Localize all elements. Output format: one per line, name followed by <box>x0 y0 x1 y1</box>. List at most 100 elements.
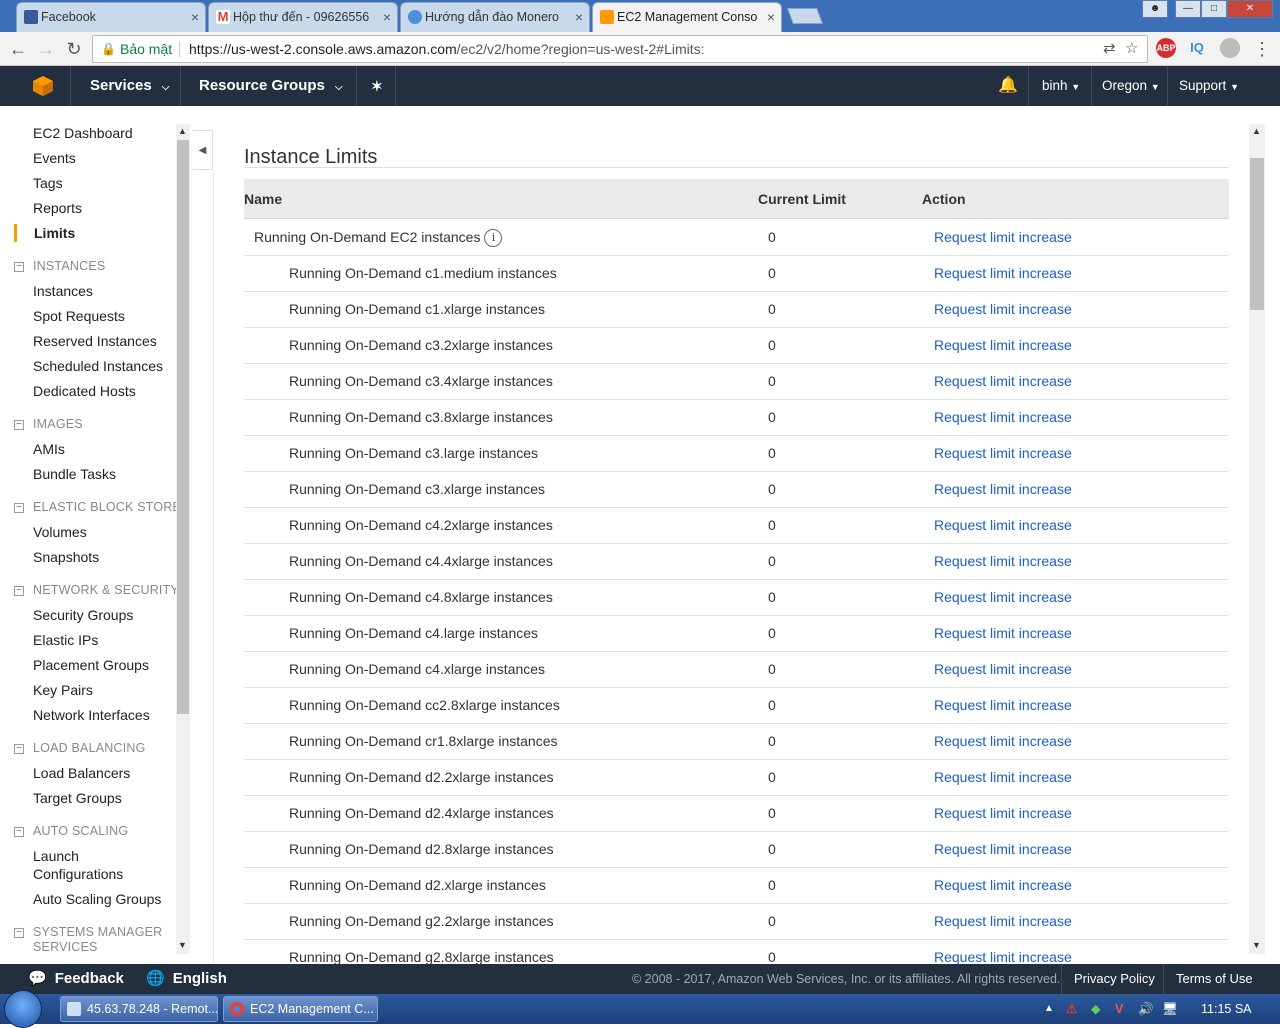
bookmark-star-icon[interactable]: ☆ <box>1125 36 1138 62</box>
request-limit-increase-link[interactable]: Request limit increase <box>934 445 1072 461</box>
privacy-policy-link[interactable]: Privacy Policy <box>1074 964 1155 994</box>
pin-icon[interactable]: ✶ <box>371 66 383 106</box>
request-limit-increase-link[interactable]: Request limit increase <box>934 301 1072 317</box>
request-limit-increase-link[interactable]: Request limit increase <box>934 697 1072 713</box>
sidebar-item-reserved-instances[interactable]: Reserved Instances <box>33 332 157 350</box>
sidebar-scrollbar-thumb[interactable] <box>177 140 189 714</box>
request-limit-increase-link[interactable]: Request limit increase <box>934 733 1072 749</box>
antivirus-tray-icon[interactable]: ⚠ <box>1066 994 1077 1024</box>
taskbar-window-chrome[interactable]: EC2 Management C... <box>223 996 378 1022</box>
collapse-section-icon[interactable]: − <box>14 503 24 513</box>
request-limit-increase-link[interactable]: Request limit increase <box>934 553 1072 569</box>
collapse-section-icon[interactable]: − <box>14 827 24 837</box>
scroll-up-arrow-icon[interactable]: ▲ <box>178 126 187 136</box>
request-limit-increase-link[interactable]: Request limit increase <box>934 913 1072 929</box>
sidebar-item-ec2-dashboard[interactable]: EC2 Dashboard <box>33 124 133 142</box>
collapse-section-icon[interactable]: − <box>14 262 24 272</box>
language-button[interactable]: 🌐 English <box>146 964 227 994</box>
info-icon[interactable]: i <box>484 229 503 247</box>
sidebar-item-snapshots[interactable]: Snapshots <box>33 548 99 566</box>
sidebar-item-volumes[interactable]: Volumes <box>33 523 87 541</box>
sidebar-item-configurations[interactable]: Configurations <box>33 865 123 883</box>
resource-groups-menu[interactable]: Resource Groups ⌵ <box>199 66 343 106</box>
forward-icon[interactable]: → <box>34 37 58 61</box>
request-limit-increase-link[interactable]: Request limit increase <box>934 949 1072 964</box>
browser-tab[interactable]: Facebook × <box>16 2 206 32</box>
request-limit-increase-link[interactable]: Request limit increase <box>934 589 1072 605</box>
taskbar-window-remote[interactable]: 45.63.78.248 - Remot... <box>60 996 218 1022</box>
chrome-menu-icon[interactable]: ⋮ <box>1250 37 1274 61</box>
region-menu[interactable]: Oregon ▼ <box>1102 66 1160 106</box>
request-limit-increase-link[interactable]: Request limit increase <box>934 517 1072 533</box>
collapse-section-icon[interactable]: − <box>14 586 24 596</box>
sidebar-item-key-pairs[interactable]: Key Pairs <box>33 681 93 699</box>
support-menu[interactable]: Support ▼ <box>1179 66 1239 106</box>
request-limit-increase-link[interactable]: Request limit increase <box>934 805 1072 821</box>
sidebar-item-amis[interactable]: AMIs <box>33 440 65 458</box>
request-limit-increase-link[interactable]: Request limit increase <box>934 373 1072 389</box>
sidebar-item-auto-scaling-groups[interactable]: Auto Scaling Groups <box>33 890 161 908</box>
vietkey-tray-icon[interactable]: V <box>1115 994 1123 1024</box>
network-icon[interactable]: 🖥 <box>1162 994 1178 1024</box>
account-menu[interactable]: binh ▼ <box>1042 66 1080 106</box>
extension-icon[interactable] <box>1220 38 1240 58</box>
sidebar-item-limits[interactable]: Limits <box>34 224 75 242</box>
address-bar[interactable]: 🔒 Bảo mật https://us-west-2.console.aws.… <box>92 35 1148 63</box>
request-limit-increase-link[interactable]: Request limit increase <box>934 877 1072 893</box>
iq-extension-icon[interactable]: IQ <box>1187 38 1207 58</box>
request-limit-increase-link[interactable]: Request limit increase <box>934 337 1072 353</box>
request-limit-increase-link[interactable]: Request limit increase <box>934 481 1072 497</box>
network-app-tray-icon[interactable]: ◆ <box>1091 994 1101 1024</box>
scroll-down-arrow-icon[interactable]: ▼ <box>1252 940 1261 950</box>
close-tab-icon[interactable]: × <box>383 3 391 31</box>
close-window-icon[interactable]: ✕ <box>1227 0 1273 18</box>
close-tab-icon[interactable]: × <box>575 3 583 31</box>
collapse-section-icon[interactable]: − <box>14 420 24 430</box>
browser-tab[interactable]: M Hộp thư đến - 09626556 × <box>208 2 398 32</box>
sidebar-item-events[interactable]: Events <box>33 149 76 167</box>
reload-icon[interactable]: ↻ <box>62 37 86 61</box>
sidebar-item-scheduled-instances[interactable]: Scheduled Instances <box>33 357 163 375</box>
terms-of-use-link[interactable]: Terms of Use <box>1176 964 1253 994</box>
sidebar-item-placement-groups[interactable]: Placement Groups <box>33 656 149 674</box>
sidebar-item-reports[interactable]: Reports <box>33 199 82 217</box>
windows-start-button[interactable] <box>4 990 42 1028</box>
sidebar-item-network-interfaces[interactable]: Network Interfaces <box>33 706 150 724</box>
request-limit-increase-link[interactable]: Request limit increase <box>934 229 1072 245</box>
sidebar-item-elastic-ips[interactable]: Elastic IPs <box>33 631 98 649</box>
sidebar-item-security-groups[interactable]: Security Groups <box>33 606 133 624</box>
aws-cube-logo-icon[interactable] <box>32 75 54 97</box>
sidebar-item-spot-requests[interactable]: Spot Requests <box>33 307 125 325</box>
user-profile-icon[interactable]: ☻ <box>1142 0 1168 18</box>
maximize-icon[interactable]: □ <box>1201 0 1227 18</box>
new-tab-button[interactable] <box>787 8 823 24</box>
feedback-button[interactable]: 💬 Feedback <box>28 964 124 994</box>
scroll-down-arrow-icon[interactable]: ▼ <box>178 940 187 950</box>
sidebar-item-target-groups[interactable]: Target Groups <box>33 789 122 807</box>
back-icon[interactable]: ← <box>6 37 30 61</box>
volume-icon[interactable]: 🔊 <box>1138 994 1154 1024</box>
sidebar-item-bundle-tasks[interactable]: Bundle Tasks <box>33 465 116 483</box>
request-limit-increase-link[interactable]: Request limit increase <box>934 409 1072 425</box>
sidebar-item-launch[interactable]: Launch <box>33 847 79 865</box>
collapse-sidebar-button[interactable]: ◀ <box>193 130 213 170</box>
request-limit-increase-link[interactable]: Request limit increase <box>934 769 1072 785</box>
request-limit-increase-link[interactable]: Request limit increase <box>934 625 1072 641</box>
show-hidden-icons-icon[interactable]: ▲ <box>1044 994 1054 1024</box>
sidebar-item-dedicated-hosts[interactable]: Dedicated Hosts <box>33 382 136 400</box>
services-menu[interactable]: Services ⌵ <box>90 66 170 106</box>
scroll-up-arrow-icon[interactable]: ▲ <box>1252 126 1261 136</box>
close-tab-icon[interactable]: × <box>191 3 199 31</box>
sidebar-item-instances[interactable]: Instances <box>33 282 93 300</box>
bell-icon[interactable]: 🔔 <box>998 66 1018 106</box>
browser-tab[interactable]: Hướng dẫn đào Monero × <box>400 2 590 32</box>
sidebar-item-load-balancers[interactable]: Load Balancers <box>33 764 130 782</box>
collapse-section-icon[interactable]: − <box>14 744 24 754</box>
request-limit-increase-link[interactable]: Request limit increase <box>934 265 1072 281</box>
request-limit-increase-link[interactable]: Request limit increase <box>934 661 1072 677</box>
collapse-section-icon[interactable]: − <box>14 928 24 938</box>
page-scrollbar-thumb[interactable] <box>1250 158 1264 310</box>
sidebar-item-tags[interactable]: Tags <box>33 174 63 192</box>
clock[interactable]: 11:15 SA <box>1201 994 1252 1024</box>
request-limit-increase-link[interactable]: Request limit increase <box>934 841 1072 857</box>
